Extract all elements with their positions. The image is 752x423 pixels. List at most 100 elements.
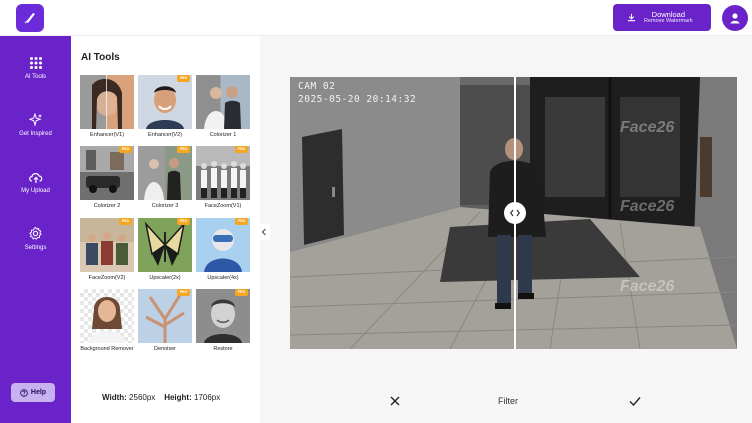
woman-cutout-image [88, 297, 126, 343]
tool-name: Enhancer(V2) [148, 132, 182, 138]
chevron-left-icon [261, 228, 266, 236]
close-icon [390, 396, 400, 406]
nav-item-settings[interactable]: Settings [0, 226, 71, 251]
tool-enhancer-v1[interactable]: Enhancer(V1) [80, 75, 134, 138]
old-portrait-image [204, 299, 242, 343]
nav-label: Settings [24, 245, 47, 251]
tool-thumbnail: PRO [138, 218, 192, 272]
download-sublabel: Remove Watermark [644, 17, 693, 24]
street-scene-image [80, 146, 134, 193]
user-avatar[interactable] [722, 5, 748, 31]
filter-label[interactable]: Filter [498, 396, 518, 406]
tool-denoiser[interactable]: PRO Denoiser [138, 289, 192, 352]
tool-name: Enhancer(V1) [90, 132, 124, 138]
tool-name: FaceZoom(V1) [204, 203, 242, 209]
collapse-panel-button[interactable] [258, 224, 270, 240]
nav-item-ai-tools[interactable]: AI Tools [0, 56, 71, 80]
group-photo-image [196, 146, 250, 198]
camera-timestamp: 2025-05-20 20:14:32 [298, 94, 417, 105]
sparkle-icon [28, 113, 42, 127]
tool-thumbnail: PRO [80, 218, 134, 272]
height-value: 1706px [193, 393, 221, 402]
pro-badge: PRO [177, 75, 190, 82]
compare-slider-handle[interactable] [504, 202, 526, 224]
tool-colorizer-3[interactable]: PRO Colorizer 3 [138, 146, 192, 209]
pro-badge: PRO [235, 289, 248, 296]
tool-thumbnail [196, 75, 250, 129]
top-bar: Download Remove Watermark [0, 0, 752, 36]
tool-thumbnail: PRO [138, 289, 192, 343]
tool-thumbnail: PRO [138, 75, 192, 129]
pro-badge: PRO [177, 146, 190, 153]
nav-label: Get Inspired [19, 131, 52, 137]
tool-upscaler-2x[interactable]: PRO Upscaler(2x) [138, 218, 192, 281]
gear-icon [29, 226, 42, 240]
tool-thumbnail [80, 75, 134, 129]
tool-thumbnail: PRO [80, 146, 134, 200]
app-logo[interactable] [16, 4, 44, 32]
tool-thumbnail: PRO [138, 146, 192, 200]
tool-name: Background Remover [80, 346, 134, 352]
tool-name: Colorizer 2 [93, 203, 121, 209]
tool-enhancer-v2[interactable]: PRO Enhancer(V2) [138, 75, 192, 138]
butterfly-image [144, 221, 186, 266]
side-nav: AI Tools Get Inspired My Upload Settings [0, 36, 71, 423]
download-button[interactable]: Download Remove Watermark [613, 4, 711, 31]
check-icon [629, 397, 641, 407]
tool-thumbnail: PRO [196, 289, 250, 343]
portrait-man-image [146, 86, 184, 129]
tool-name: Upscaler(2x) [149, 275, 181, 281]
nav-label: My Upload [21, 188, 50, 194]
tool-colorizer-1[interactable]: Colorizer 1 [196, 75, 250, 138]
tool-name: Colorizer 1 [209, 132, 237, 138]
pro-badge: PRO [119, 146, 132, 153]
tool-thumbnail: PRO [196, 218, 250, 272]
cancel-button[interactable] [388, 394, 402, 408]
comparison-image[interactable]: CAM 02 2025-05-20 20:14:32 Face26 Face26… [290, 77, 737, 349]
user-icon [730, 13, 740, 24]
pro-badge: PRO [235, 218, 248, 225]
tool-name: Denoiser [153, 346, 176, 352]
watermark: Face26 [620, 278, 675, 295]
tool-thumbnail: PRO [196, 146, 250, 200]
tool-name: Colorizer 3 [151, 203, 179, 209]
pro-badge: PRO [119, 218, 132, 225]
tool-background-remover[interactable]: Background Remover [80, 289, 134, 352]
preview-stage: CAM 02 2025-05-20 20:14:32 Face26 Face26… [260, 36, 752, 423]
height-label: Height: [164, 393, 192, 402]
tree-branches-image [145, 294, 185, 343]
old-group-photo-image [80, 218, 134, 265]
tool-facezoom-v1[interactable]: PRO FaceZoom(V1) [196, 146, 250, 209]
tool-upscaler-4x[interactable]: PRO Upscaler(4x) [196, 218, 250, 281]
tool-colorizer-2[interactable]: PRO Colorizer 2 [80, 146, 134, 209]
tool-facezoom-v2[interactable]: PRO FaceZoom(V2) [80, 218, 134, 281]
watermark: Face26 [620, 198, 675, 215]
wedding-couple-image [204, 86, 241, 129]
image-dimensions: Width: 2560px Height: 1706px [102, 393, 220, 402]
cloud-upload-icon [28, 173, 42, 183]
ai-tools-panel: AI Tools Enhancer(V1) PRO Enhancer(V2) C… [71, 36, 260, 423]
drag-arrows-icon [510, 209, 520, 217]
grid-icon [29, 57, 42, 69]
nav-item-get-inspired[interactable]: Get Inspired [0, 113, 71, 137]
action-bar: Filter [260, 386, 752, 416]
tool-thumbnail [80, 289, 134, 343]
portrait-woman-image [92, 75, 122, 129]
tool-restore[interactable]: PRO Restore [196, 289, 250, 352]
width-value: 2560px [129, 393, 156, 402]
skier-image [204, 229, 242, 272]
tool-name: Upscaler(4x) [207, 275, 239, 281]
tool-name: FaceZoom(V2) [88, 275, 126, 281]
pro-badge: PRO [177, 218, 190, 225]
help-icon [20, 388, 28, 397]
wedding-group-image [144, 158, 181, 200]
panel-title: AI Tools [81, 52, 120, 63]
width-label: Width: [102, 393, 127, 402]
download-icon [627, 13, 636, 22]
nav-item-my-upload[interactable]: My Upload [0, 170, 71, 194]
pro-badge: PRO [235, 146, 248, 153]
help-button[interactable]: Help [11, 383, 55, 402]
watermark: Face26 [620, 119, 675, 136]
help-label: Help [30, 389, 47, 396]
confirm-button[interactable] [628, 394, 642, 408]
